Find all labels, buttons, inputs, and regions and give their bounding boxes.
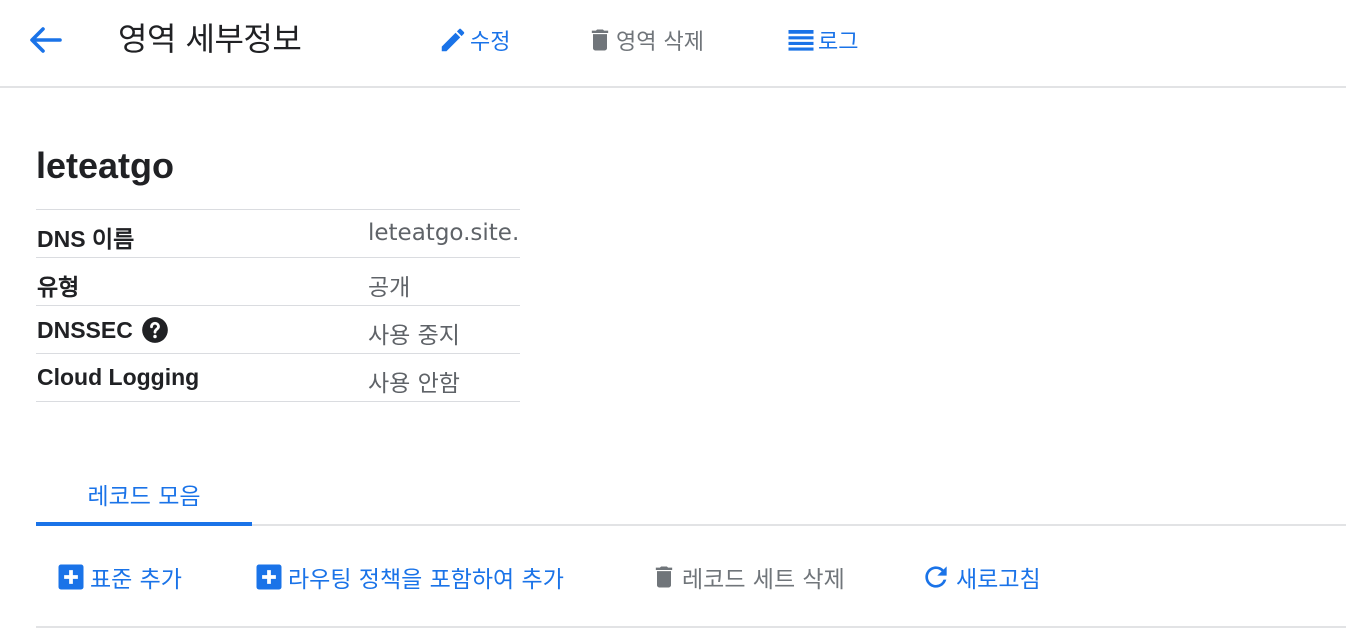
add-box-icon: [58, 564, 84, 590]
add-with-routing-button[interactable]: 라우팅 정책을 포함하여 추가: [254, 558, 564, 596]
detail-label: Cloud Logging: [37, 364, 200, 390]
add-standard-label: 표준 추가: [90, 567, 182, 593]
detail-row-dnssec: DNSSEC 사용 중지: [36, 306, 520, 354]
refresh-button[interactable]: 새로고침: [920, 558, 1041, 596]
detail-label: DNS 이름: [37, 226, 135, 252]
detail-label-container: DNSSEC: [37, 316, 169, 344]
tab-bar: 레코드 모음: [36, 462, 1346, 526]
detail-row-dns-name: DNS 이름 leteatgo.site.: [36, 210, 520, 258]
detail-row-cloud-logging: Cloud Logging 사용 안함: [36, 354, 520, 402]
help-icon[interactable]: [141, 316, 169, 344]
delete-recordset-label: 레코드 세트 삭제: [682, 567, 845, 593]
refresh-label: 새로고침: [956, 567, 1041, 593]
logs-label: 로그: [818, 30, 859, 55]
tab-record-sets[interactable]: 레코드 모음: [36, 462, 252, 526]
detail-value: 사용 안함: [368, 371, 460, 397]
active-tab-indicator: [36, 522, 252, 526]
top-bar: 영역 세부정보 수정 영역 삭제 로그: [0, 0, 1346, 88]
add-with-routing-label: 라우팅 정책을 포함하여 추가: [288, 567, 564, 593]
delete-zone-label: 영역 삭제: [616, 30, 704, 55]
back-button[interactable]: [26, 22, 64, 58]
edit-button[interactable]: 수정: [438, 22, 510, 58]
edit-label: 수정: [470, 30, 511, 55]
refresh-icon: [925, 566, 947, 588]
logs-button[interactable]: 로그: [786, 22, 858, 58]
detail-value: leteatgo.site.: [368, 220, 520, 246]
zone-details-table: DNS 이름 leteatgo.site. 유형 공개 DNSSEC 사용 중지…: [36, 209, 520, 402]
page-title: 영역 세부정보: [118, 20, 302, 58]
delete-zone-button[interactable]: 영역 삭제: [586, 22, 704, 58]
detail-value: 사용 중지: [368, 323, 460, 349]
add-box-icon: [256, 564, 282, 590]
list-lines-icon: [788, 30, 814, 51]
detail-value: 공개: [368, 275, 411, 301]
trash-icon: [655, 566, 673, 588]
arrow-back-icon: [30, 27, 62, 53]
detail-row-type: 유형 공개: [36, 258, 520, 306]
zone-name: leteatgo: [36, 145, 175, 186]
detail-label: 유형: [37, 274, 80, 300]
detail-label: DNSSEC: [37, 316, 133, 343]
trash-icon: [591, 29, 609, 51]
divider: [36, 626, 1346, 628]
delete-recordset-button[interactable]: 레코드 세트 삭제: [650, 558, 845, 596]
pencil-icon: [441, 28, 465, 52]
add-standard-button[interactable]: 표준 추가: [56, 558, 182, 596]
